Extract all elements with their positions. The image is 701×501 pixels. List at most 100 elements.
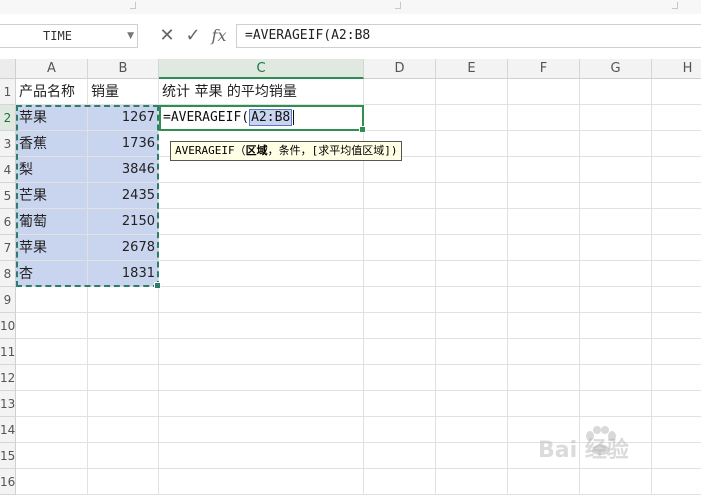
insert-function-button[interactable]: fx (208, 24, 230, 48)
cell[interactable] (364, 287, 436, 313)
cell[interactable] (652, 443, 701, 469)
column-header-b[interactable]: B (88, 59, 159, 79)
cell[interactable] (364, 313, 436, 339)
product-name-cell[interactable]: 香蕉 (16, 131, 88, 157)
cell[interactable] (364, 235, 436, 261)
sales-cell[interactable]: 1267 (88, 105, 159, 131)
cell[interactable] (580, 339, 652, 365)
row-header-5[interactable]: 5 (0, 183, 16, 209)
product-name-cell[interactable]: 杏 (16, 261, 88, 287)
cell[interactable] (436, 417, 508, 443)
product-name-cell[interactable]: 葡萄 (16, 209, 88, 235)
row-header-1[interactable]: 1 (0, 79, 16, 105)
cell[interactable] (16, 365, 88, 391)
product-name-cell[interactable]: 梨 (16, 157, 88, 183)
cell[interactable] (16, 443, 88, 469)
cell[interactable] (159, 183, 364, 209)
cell[interactable] (159, 443, 364, 469)
header-cell-stat-label[interactable]: 统计 苹果 的平均销量 (159, 79, 364, 105)
cell[interactable] (436, 287, 508, 313)
row-header-9[interactable]: 9 (0, 287, 16, 313)
cell[interactable] (159, 391, 364, 417)
cell[interactable] (364, 417, 436, 443)
cell[interactable] (652, 365, 701, 391)
cell[interactable] (508, 365, 580, 391)
cell[interactable] (159, 313, 364, 339)
cell[interactable] (508, 157, 580, 183)
active-cell-editor[interactable]: =AVERAGEIF(A2:B8 (159, 105, 366, 133)
cell[interactable] (364, 365, 436, 391)
cell[interactable] (364, 391, 436, 417)
select-all-corner[interactable] (0, 59, 16, 79)
cell[interactable] (88, 287, 159, 313)
cell[interactable] (16, 417, 88, 443)
cell[interactable] (652, 339, 701, 365)
cell[interactable] (580, 157, 652, 183)
cell[interactable] (436, 391, 508, 417)
cell[interactable] (88, 391, 159, 417)
cell[interactable] (652, 417, 701, 443)
cell[interactable] (580, 105, 652, 131)
cell[interactable] (88, 417, 159, 443)
cell[interactable] (436, 443, 508, 469)
cell[interactable] (652, 469, 701, 495)
close-icon[interactable]: ✕ (156, 24, 178, 48)
cell[interactable] (159, 417, 364, 443)
cell[interactable] (508, 339, 580, 365)
cell[interactable] (88, 443, 159, 469)
cell[interactable] (508, 391, 580, 417)
cell[interactable] (652, 209, 701, 235)
sales-cell[interactable]: 2150 (88, 209, 159, 235)
cell[interactable] (580, 235, 652, 261)
cell[interactable] (159, 469, 364, 495)
row-header-7[interactable]: 7 (0, 235, 16, 261)
product-name-cell[interactable]: 苹果 (16, 235, 88, 261)
cell[interactable] (436, 79, 508, 105)
row-header-16[interactable]: 16 (0, 469, 16, 495)
cell[interactable] (508, 417, 580, 443)
cell[interactable] (652, 131, 701, 157)
cell[interactable] (508, 313, 580, 339)
cell[interactable] (436, 235, 508, 261)
cell[interactable] (159, 339, 364, 365)
tooltip-arg-average-range[interactable]: [求平均值区域] (312, 144, 391, 157)
row-header-6[interactable]: 6 (0, 209, 16, 235)
header-cell-sales[interactable]: 销量 (88, 79, 159, 105)
cell[interactable] (652, 105, 701, 131)
cell[interactable] (580, 365, 652, 391)
row-header-11[interactable]: 11 (0, 339, 16, 365)
cell[interactable] (580, 183, 652, 209)
row-header-10[interactable]: 10 (0, 313, 16, 339)
row-header-12[interactable]: 12 (0, 365, 16, 391)
cell[interactable] (159, 209, 364, 235)
cell[interactable] (508, 209, 580, 235)
cell[interactable] (580, 443, 652, 469)
cell[interactable] (88, 365, 159, 391)
cell[interactable] (508, 443, 580, 469)
cell[interactable] (88, 339, 159, 365)
column-header-h[interactable]: H (652, 59, 701, 79)
cell[interactable] (436, 261, 508, 287)
cell[interactable] (364, 339, 436, 365)
cell[interactable] (580, 391, 652, 417)
row-header-14[interactable]: 14 (0, 417, 16, 443)
cell[interactable] (580, 417, 652, 443)
cell[interactable] (436, 131, 508, 157)
cell[interactable] (652, 79, 701, 105)
name-box[interactable]: TIME ▼ (0, 24, 138, 48)
row-header-13[interactable]: 13 (0, 391, 16, 417)
cell[interactable] (508, 287, 580, 313)
cell[interactable] (436, 157, 508, 183)
cell[interactable] (436, 105, 508, 131)
chevron-down-icon[interactable]: ▼ (127, 25, 134, 47)
product-name-cell[interactable]: 芒果 (16, 183, 88, 209)
cell[interactable] (508, 105, 580, 131)
cell[interactable] (88, 469, 159, 495)
row-header-15[interactable]: 15 (0, 443, 16, 469)
cell[interactable] (580, 79, 652, 105)
cell[interactable] (436, 365, 508, 391)
cell[interactable] (159, 365, 364, 391)
cell[interactable] (508, 469, 580, 495)
cell[interactable] (16, 313, 88, 339)
cell[interactable] (16, 469, 88, 495)
